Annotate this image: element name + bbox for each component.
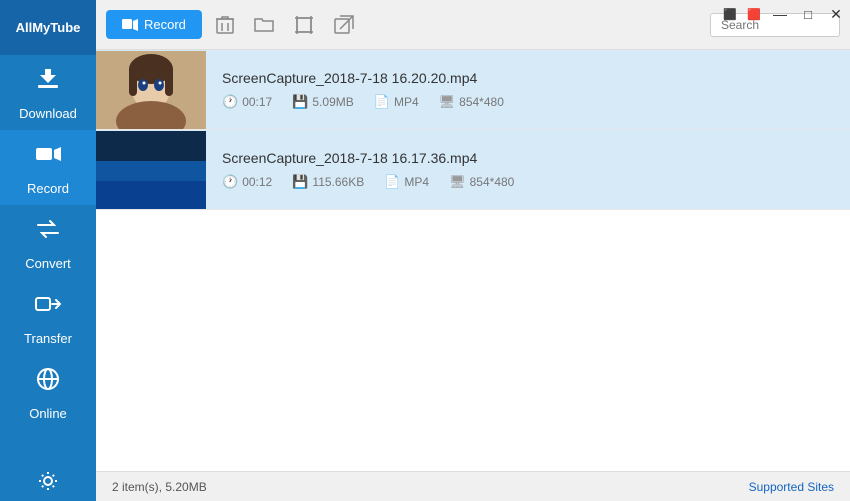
format-1: 📄 MP4 [374, 94, 419, 110]
format-2: 📄 MP4 [384, 174, 429, 190]
table-row[interactable]: ScreenCapture_2018-7-18 16.17.36.mp4 🕐 0… [96, 130, 850, 210]
crop-button[interactable] [288, 9, 320, 41]
table-row[interactable]: ScreenCapture_2018-7-18 16.20.20.mp4 🕐 0… [96, 50, 850, 130]
duration-2: 🕐 00:12 [222, 174, 272, 190]
supported-sites-link[interactable]: Supported Sites [749, 480, 834, 494]
record-icon [34, 140, 62, 175]
download-icon [34, 65, 62, 100]
sidebar-item-transfer-label: Transfer [24, 331, 72, 346]
size-1: 💾 5.09MB [292, 94, 354, 110]
online-icon [34, 365, 62, 400]
file-info-2: ScreenCapture_2018-7-18 16.17.36.mp4 🕐 0… [206, 138, 850, 202]
thumbnail-1 [96, 51, 206, 129]
file-name-2: ScreenCapture_2018-7-18 16.17.36.mp4 [222, 150, 834, 166]
app-logo: AllMyTube [0, 0, 96, 55]
resolution-1: 🖥 854*480 [439, 94, 504, 110]
item-count: 2 item(s), 5.20MB [112, 480, 207, 494]
duration-1: 🕐 00:17 [222, 94, 272, 110]
sidebar: AllMyTube Download Record Convert [0, 0, 96, 501]
app-icon2: 🟥 [742, 0, 766, 28]
convert-icon [34, 215, 62, 250]
resolution-icon-1: 🖥 [439, 94, 456, 110]
transfer-icon [34, 290, 62, 325]
resolution-2: 🖥 854*480 [449, 174, 514, 190]
minimize-button[interactable]: — [766, 0, 794, 28]
file-name-1: ScreenCapture_2018-7-18 16.20.20.mp4 [222, 70, 834, 86]
sidebar-item-transfer[interactable]: Transfer [0, 280, 96, 355]
file-meta-2: 🕐 00:12 💾 115.66KB 📄 MP4 🖥 854*480 [222, 174, 834, 190]
main-area: Record [96, 0, 850, 501]
clock-icon-1: 🕐 [222, 94, 238, 110]
size-2: 💾 115.66KB [292, 174, 364, 190]
folder-button[interactable] [248, 11, 280, 39]
app-icon1: ⬛ [718, 0, 742, 28]
record-button[interactable]: Record [106, 10, 202, 39]
settings-button[interactable] [0, 461, 96, 501]
format-icon-2: 📄 [384, 174, 400, 190]
close-button[interactable]: ✕ [822, 0, 850, 28]
sidebar-item-record[interactable]: Record [0, 130, 96, 205]
sidebar-item-online-label: Online [29, 406, 67, 421]
resolution-icon-2: 🖥 [449, 174, 466, 190]
clock-icon-2: 🕐 [222, 174, 238, 190]
sidebar-item-download-label: Download [19, 106, 77, 121]
sidebar-item-download[interactable]: Download [0, 55, 96, 130]
file-info-1: ScreenCapture_2018-7-18 16.20.20.mp4 🕐 0… [206, 58, 850, 122]
sidebar-item-online[interactable]: Online [0, 355, 96, 430]
size-icon-1: 💾 [292, 94, 308, 110]
size-icon-2: 💾 [292, 174, 308, 190]
export-button[interactable] [328, 9, 360, 41]
file-meta-1: 🕐 00:17 💾 5.09MB 📄 MP4 🖥 854*480 [222, 94, 834, 110]
sidebar-item-convert-label: Convert [25, 256, 71, 271]
maximize-button[interactable]: □ [794, 0, 822, 28]
format-icon-1: 📄 [374, 94, 390, 110]
thumbnail-2 [96, 131, 206, 209]
sidebar-item-record-label: Record [27, 181, 69, 196]
delete-button[interactable] [210, 9, 240, 41]
content-area: ScreenCapture_2018-7-18 16.20.20.mp4 🕐 0… [96, 50, 850, 471]
statusbar: 2 item(s), 5.20MB Supported Sites [96, 471, 850, 501]
sidebar-item-convert[interactable]: Convert [0, 205, 96, 280]
